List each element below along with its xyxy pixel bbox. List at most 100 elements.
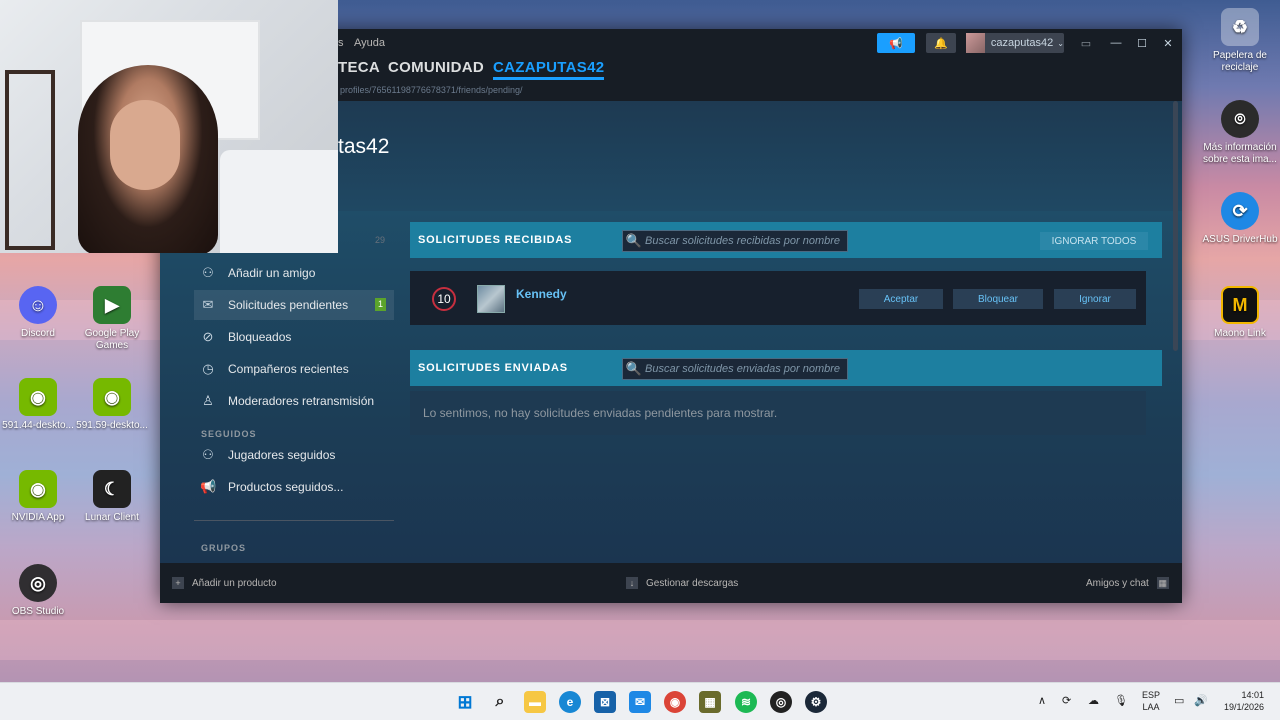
manage-downloads-button[interactable]: ↓ Gestionar descargas — [626, 577, 738, 589]
received-search-input[interactable] — [645, 235, 847, 247]
close-button[interactable]: ✕ — [1160, 33, 1176, 53]
clock[interactable]: 14:01 19/1/2026 — [1224, 689, 1264, 713]
nav-comunidad[interactable]: COMUNIDAD — [388, 59, 484, 76]
envelope-icon: ✉ — [202, 297, 214, 312]
sidebar-item-recent-players[interactable]: ◷ Compañeros recientes — [194, 354, 394, 384]
block-button[interactable]: Bloquear — [953, 289, 1043, 309]
desktop-icon-nvidia-installer-2[interactable]: ◉ 591.59-deskto... — [74, 378, 150, 432]
network-icon[interactable]: ▭ — [1174, 694, 1184, 707]
bell-icon: 🔔 — [934, 37, 948, 50]
outlook-button[interactable]: ✉ — [629, 691, 651, 713]
sync-icon[interactable]: ⟳ — [1062, 694, 1071, 707]
store-icon: ⊠ — [599, 695, 611, 709]
account-menu[interactable]: cazaputas42 ⌄ — [966, 33, 1064, 53]
sent-search[interactable]: 🔍 — [622, 358, 848, 380]
minimize-button[interactable]: — — [1108, 33, 1124, 53]
nvidia-app-icon: ◉ — [19, 470, 57, 508]
search-icon: 🔍 — [625, 361, 643, 376]
received-search[interactable]: 🔍 — [622, 230, 848, 252]
sidebar-item-blocked[interactable]: ⊘ Bloqueados — [194, 322, 394, 352]
add-product-label: Añadir un producto — [192, 577, 277, 589]
desktop-icon-nvidia-installer-1[interactable]: ◉ 591.44-deskto... — [0, 378, 76, 432]
sidebar-item-add-friend[interactable]: ⚇ Añadir un amigo — [194, 258, 394, 288]
search-icon: ⌕ — [495, 693, 505, 710]
requester-name[interactable]: Kennedy — [516, 287, 567, 301]
microphone-icon[interactable]: 🎙 — [1114, 694, 1128, 707]
desktop-icon-maono-link[interactable]: M Maono Link — [1202, 286, 1278, 340]
desktop-icon-label: OBS Studio — [11, 606, 65, 617]
desktop-icon-discord[interactable]: ☺ Discord — [0, 286, 76, 340]
obs-studio-icon: ◎ — [19, 564, 57, 602]
desktop-icon-asus-driverhub[interactable]: ⟳ ASUS DriverHub — [1202, 192, 1278, 246]
edge-button[interactable]: e — [559, 691, 581, 713]
ignore-all-button[interactable]: IGNORAR TODOS — [1040, 232, 1148, 250]
file-explorer-button[interactable]: ▬ — [524, 691, 546, 713]
sidebar-item-broadcast-moderators[interactable]: ♙ Moderadores retransmisión — [194, 386, 394, 416]
chrome-button[interactable]: ◉ — [664, 691, 686, 713]
tray-overflow-icon[interactable]: ∧ — [1038, 694, 1046, 707]
store-button[interactable]: ⊠ — [594, 691, 616, 713]
steam-taskbar-button[interactable]: ⚙ — [805, 691, 827, 713]
clock-date: 19/1/2026 — [1223, 702, 1264, 712]
minecraft-icon: ▦ — [704, 695, 716, 709]
notifications-button[interactable]: 🔔 — [926, 33, 956, 53]
sent-empty-message-box: Lo sentimos, no hay solicitudes enviadas… — [410, 391, 1146, 435]
accept-button[interactable]: Aceptar — [859, 289, 943, 309]
sent-search-input[interactable] — [645, 363, 847, 375]
obs-button[interactable]: ◎ — [770, 691, 792, 713]
sent-requests-title: SOLICITUDES ENVIADAS — [418, 362, 568, 374]
url-text[interactable]: profiles/76561198776678371/friends/pendi… — [340, 85, 522, 95]
menu-ayuda[interactable]: Ayuda — [354, 37, 385, 49]
search-icon: 🔍 — [625, 233, 643, 248]
sidebar-item-followed-players[interactable]: ⚇ Jugadores seguidos — [194, 440, 394, 470]
steam-level-badge: 10 — [432, 287, 456, 311]
desktop-icon-label: NVIDIA App — [11, 512, 65, 523]
sidebar-item-pending-requests[interactable]: ✉ Solicitudes pendientes 1 — [194, 290, 394, 320]
desktop-icon-obs-studio[interactable]: ◎ OBS Studio — [0, 564, 76, 618]
chevron-down-icon: ⌄ — [1057, 38, 1064, 48]
add-product-button[interactable]: + Añadir un producto — [172, 577, 277, 589]
maximize-icon: ☐ — [1137, 37, 1147, 50]
desktop-icon-nvidia-app[interactable]: ◉ NVIDIA App — [0, 470, 76, 524]
sidebar-item-label: Jugadores seguidos — [228, 448, 336, 462]
friends-chat-button[interactable]: Amigos y chat ▦ — [1086, 577, 1169, 589]
minecraft-button[interactable]: ▦ — [699, 691, 721, 713]
desktop-icon-more-info[interactable]: ⌾ Más información sobre esta ima... — [1202, 100, 1278, 166]
nav-biblioteca[interactable]: TECA — [338, 59, 380, 76]
desktop-icon-google-play-games[interactable]: ▶ Google Play Games — [74, 286, 150, 352]
nvidia-installer-icon: ◉ — [19, 378, 57, 416]
menu-partial[interactable]: s — [338, 37, 344, 49]
desktop-icon-recycle-bin[interactable]: ♻ Papelera de reciclaje — [1202, 8, 1278, 74]
clock-time: 14:01 — [1241, 690, 1264, 700]
start-button[interactable]: ⊞ — [454, 691, 476, 713]
sidebar-item-label: Moderadores retransmisión — [228, 394, 375, 408]
desktop-icon-label: 591.59-deskto... — [76, 420, 148, 431]
nav-profile[interactable]: CAZAPUTAS42 — [493, 59, 605, 80]
discord-icon: ☺ — [19, 286, 57, 324]
volume-icon[interactable]: 🔊 — [1194, 694, 1208, 707]
received-requests-title: SOLICITUDES RECIBIDAS — [418, 234, 573, 246]
maximize-button[interactable]: ☐ — [1134, 33, 1150, 53]
person-face — [110, 100, 180, 190]
announcements-button[interactable]: 📢 — [877, 33, 915, 53]
clock-icon: ◷ — [202, 361, 214, 376]
language-indicator[interactable]: ESP LAA — [1142, 689, 1160, 713]
spotify-button[interactable]: ≋ — [735, 691, 757, 713]
desktop-icon-label: Maono Link — [1214, 328, 1266, 339]
scrollbar[interactable] — [1173, 101, 1178, 351]
edge-icon: e — [566, 695, 574, 709]
sidebar-item-followed-products[interactable]: 📢 Productos seguidos... — [194, 472, 394, 502]
cloud-icon[interactable]: ☁ — [1088, 694, 1099, 707]
sent-requests-header: SOLICITUDES ENVIADAS 🔍 — [410, 350, 1162, 386]
big-picture-button[interactable]: ▭ — [1078, 33, 1094, 53]
steam-icon: ⚙ — [810, 695, 822, 709]
avatar[interactable] — [477, 285, 505, 313]
desktop-icon-lunar-client[interactable]: ☾ Lunar Client — [74, 470, 150, 524]
language-bottom: LAA — [1142, 702, 1160, 712]
search-button[interactable]: ⌕ — [489, 691, 511, 713]
ignore-button[interactable]: Ignorar — [1054, 289, 1136, 309]
lunar-client-icon: ☾ — [93, 470, 131, 508]
avatar — [966, 33, 985, 53]
add-person-icon: ⚇ — [202, 265, 214, 280]
desktop-icon-label: Papelera de reciclaje — [1213, 50, 1267, 73]
